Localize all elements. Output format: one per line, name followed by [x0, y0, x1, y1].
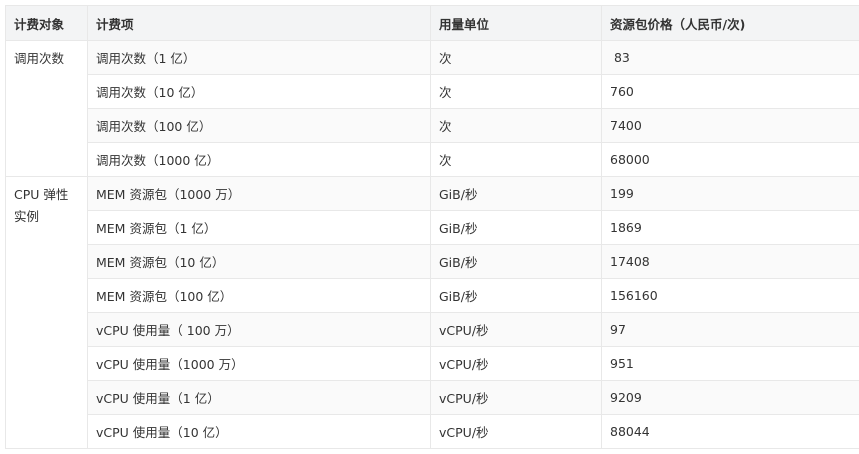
table-row: vCPU 使用量（1 亿） vCPU/秒 9209: [6, 380, 859, 415]
price-cell: 88044: [601, 414, 859, 449]
price-cell: 17408: [601, 244, 859, 279]
pricing-table: 计费对象 计费项 用量单位 资源包价格（人民币/次) 调用次数 调用次数（1 亿…: [5, 5, 859, 449]
billing-object-line: CPU 弹性: [14, 187, 69, 202]
table-row: CPU 弹性 实例 MEM 资源包（1000 万） GiB/秒 199: [5, 176, 859, 449]
price-cell: 83: [601, 40, 859, 75]
price-cell: 97: [601, 312, 859, 347]
table-row: 调用次数（1000 亿） 次 68000: [6, 142, 859, 177]
billing-item-cell: MEM 资源包（1 亿）: [87, 210, 431, 245]
usage-unit-cell: vCPU/秒: [430, 380, 602, 415]
header-billing-object: 计费对象: [5, 5, 88, 41]
billing-item-cell: vCPU 使用量（1000 万）: [87, 346, 431, 381]
usage-unit-cell: 次: [430, 40, 602, 75]
table-row: vCPU 使用量（1000 万） vCPU/秒 951: [6, 346, 859, 381]
usage-unit-cell: GiB/秒: [430, 244, 602, 279]
usage-unit-cell: 次: [430, 74, 602, 109]
billing-object-cell: 调用次数: [5, 40, 88, 177]
price-cell: 9209: [601, 380, 859, 415]
billing-item-cell: MEM 资源包（1000 万）: [87, 176, 431, 211]
billing-object-cell: CPU 弹性 实例: [5, 176, 88, 449]
table-row: MEM 资源包（10 亿） GiB/秒 17408: [6, 244, 859, 279]
price-cell: 951: [601, 346, 859, 381]
table-row: vCPU 使用量（ 100 万） vCPU/秒 97: [6, 312, 859, 347]
usage-unit-cell: GiB/秒: [430, 278, 602, 313]
billing-item-cell: 调用次数（1000 亿）: [87, 142, 431, 177]
price-cell: 199: [601, 176, 859, 211]
table-row: 调用次数（10 亿） 次 760: [6, 74, 859, 109]
billing-item-cell: 调用次数（1 亿）: [87, 40, 431, 75]
header-usage-unit: 用量单位: [430, 5, 602, 41]
header-package-price: 资源包价格（人民币/次): [601, 5, 859, 41]
usage-unit-cell: vCPU/秒: [430, 414, 602, 449]
billing-item-cell: MEM 资源包（10 亿）: [87, 244, 431, 279]
price-cell: 760: [601, 74, 859, 109]
table-row: 调用次数 调用次数（1 亿） 次 83: [5, 40, 859, 177]
usage-unit-cell: GiB/秒: [430, 176, 602, 211]
table-header-row: 计费对象 计费项 用量单位 资源包价格（人民币/次): [5, 5, 859, 41]
table-row: 调用次数（100 亿） 次 7400: [6, 108, 859, 143]
billing-item-cell: vCPU 使用量（ 100 万）: [87, 312, 431, 347]
price-cell: 1869: [601, 210, 859, 245]
table-row: MEM 资源包（1 亿） GiB/秒 1869: [6, 210, 859, 245]
table-row: MEM 资源包（100 亿） GiB/秒 156160: [6, 278, 859, 313]
usage-unit-cell: vCPU/秒: [430, 346, 602, 381]
table-row: vCPU 使用量（10 亿） vCPU/秒 88044: [6, 414, 859, 449]
usage-unit-cell: 次: [430, 142, 602, 177]
billing-item-cell: 调用次数（100 亿）: [87, 108, 431, 143]
price-cell: 156160: [601, 278, 859, 313]
header-billing-item: 计费项: [87, 5, 431, 41]
price-cell: 7400: [601, 108, 859, 143]
usage-unit-cell: vCPU/秒: [430, 312, 602, 347]
billing-item-cell: vCPU 使用量（10 亿）: [87, 414, 431, 449]
billing-item-cell: vCPU 使用量（1 亿）: [87, 380, 431, 415]
billing-item-cell: MEM 资源包（100 亿）: [87, 278, 431, 313]
usage-unit-cell: 次: [430, 108, 602, 143]
usage-unit-cell: GiB/秒: [430, 210, 602, 245]
billing-object-line: 实例: [14, 209, 40, 224]
billing-item-cell: 调用次数（10 亿）: [87, 74, 431, 109]
price-cell: 68000: [601, 142, 859, 177]
